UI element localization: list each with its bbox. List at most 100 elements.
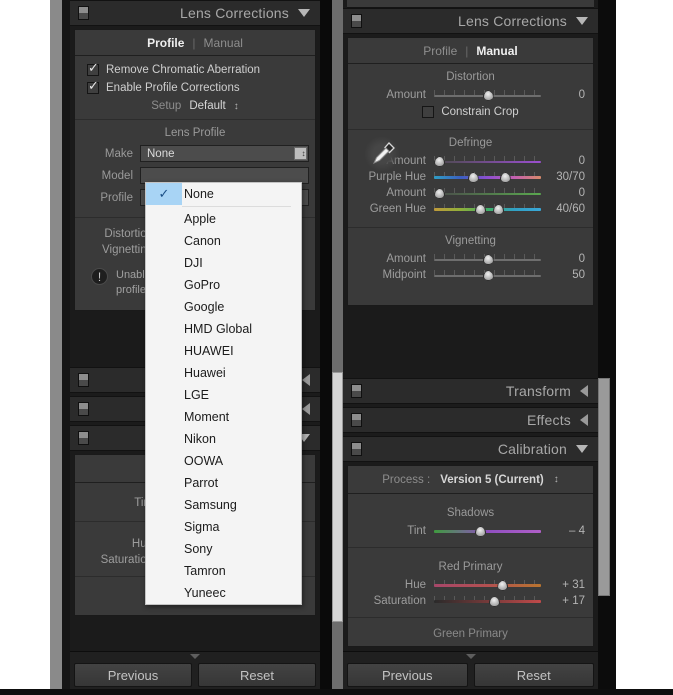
panel-switch-icon[interactable] — [351, 413, 362, 427]
left-remove-chromatic-aberration-row[interactable]: Remove Chromatic Aberration — [75, 61, 315, 79]
right-defringe-green-amount-value[interactable]: 0 — [547, 187, 593, 199]
panel-switch-icon[interactable] — [78, 6, 89, 20]
slider-track[interactable] — [434, 525, 541, 537]
chevron-down-icon[interactable] — [576, 17, 588, 25]
right-shadows-tint-value[interactable]: – 4 — [547, 525, 593, 537]
left-lens-corrections-header[interactable]: Lens Corrections — [70, 0, 320, 26]
right-previous-button[interactable]: Previous — [347, 663, 468, 687]
slider-track[interactable] — [434, 579, 541, 591]
checkbox-icon[interactable] — [422, 106, 435, 118]
chevron-left-icon[interactable] — [580, 414, 588, 426]
right-process-row[interactable]: Process : Version 5 (Current) ↕ — [348, 466, 593, 494]
dropdown-item-oowa[interactable]: OOWA — [146, 450, 301, 472]
right-shadows-tint-row[interactable]: Tint – 4 — [348, 523, 593, 539]
chevron-down-icon[interactable] — [576, 445, 588, 453]
right-green-hue-row[interactable]: Green Hue 40/60 — [348, 201, 593, 217]
dropdown-item-gopro[interactable]: GoPro — [146, 274, 301, 296]
right-effects-header[interactable]: Effects — [343, 407, 598, 433]
middle-scrollbar-thumb[interactable] — [332, 372, 343, 622]
slider-knob[interactable] — [475, 526, 486, 537]
eyedropper-icon[interactable] — [364, 136, 400, 172]
right-red-hue-row[interactable]: Hue + 31 — [348, 577, 593, 593]
panel-switch-icon[interactable] — [351, 384, 362, 398]
updown-stepper-icon[interactable]: ↕ — [234, 101, 239, 112]
slider-track[interactable] — [434, 155, 541, 167]
right-lens-corrections-header[interactable]: Lens Corrections — [343, 8, 598, 34]
dropdown-item-samsung[interactable]: Samsung — [146, 494, 301, 516]
left-previous-button[interactable]: Previous — [74, 663, 192, 687]
dropdown-item-moment[interactable]: Moment — [146, 406, 301, 428]
chevron-down-icon[interactable] — [298, 9, 310, 17]
left-setup-row[interactable]: Setup Default ↕ — [75, 97, 315, 117]
checkbox-icon[interactable] — [87, 61, 99, 76]
right-red-saturation-value[interactable]: + 17 — [547, 595, 593, 607]
dropdown-item-lge[interactable]: LGE — [146, 384, 301, 406]
dropdown-item-huawei[interactable]: Huawei — [146, 362, 301, 384]
chevron-left-icon[interactable] — [302, 374, 310, 386]
chevron-up-icon[interactable] — [190, 654, 200, 659]
slider-track[interactable] — [434, 89, 541, 101]
panel-switch-icon[interactable] — [351, 442, 362, 456]
slider-track[interactable] — [434, 203, 541, 215]
right-reset-button[interactable]: Reset — [473, 663, 594, 687]
left-reset-button[interactable]: Reset — [198, 663, 316, 687]
dropdown-item-sigma[interactable]: Sigma — [146, 516, 301, 538]
dropdown-item-google[interactable]: Google — [146, 296, 301, 318]
right-process-value[interactable]: Version 5 (Current) — [440, 474, 544, 486]
left-make-row[interactable]: Make None ↕ — [75, 143, 315, 165]
slider-track[interactable] — [434, 595, 541, 607]
checkbox-icon[interactable] — [87, 79, 99, 94]
slider-track[interactable] — [434, 269, 541, 281]
dropdown-item-hmd-global[interactable]: HMD Global — [146, 318, 301, 340]
dropdown-item-parrot[interactable]: Parrot — [146, 472, 301, 494]
right-vignetting-midpoint-row[interactable]: Midpoint 50 — [348, 267, 593, 283]
right-constrain-crop-row[interactable]: Constrain Crop — [348, 103, 593, 121]
right-purple-hue-value[interactable]: 30/70 — [547, 171, 593, 183]
panel-switch-icon[interactable] — [78, 431, 89, 445]
right-green-hue-value[interactable]: 40/60 — [547, 203, 593, 215]
dropdown-item-apple[interactable]: Apple — [146, 208, 301, 230]
slider-track[interactable] — [434, 171, 541, 183]
dropdown-item-tamron[interactable]: Tamron — [146, 560, 301, 582]
right-calibration-header[interactable]: Calibration — [343, 436, 598, 462]
left-setup-value[interactable]: Default — [189, 100, 225, 112]
left-make-combo[interactable]: None ↕ — [140, 145, 309, 162]
slider-track[interactable] — [434, 187, 541, 199]
right-tab-manual[interactable]: Manual — [468, 44, 525, 58]
right-tab-profile[interactable]: Profile — [415, 44, 465, 58]
updown-stepper-icon[interactable]: ↕ — [294, 147, 307, 160]
right-red-hue-value[interactable]: + 31 — [547, 579, 593, 591]
slider-line — [434, 161, 541, 163]
panel-switch-icon[interactable] — [78, 402, 89, 416]
chevron-left-icon[interactable] — [302, 403, 310, 415]
right-defringe-purple-amount-value[interactable]: 0 — [547, 155, 593, 167]
right-red-saturation-row[interactable]: Saturation + 17 — [348, 593, 593, 609]
dropdown-item-nikon[interactable]: Nikon — [146, 428, 301, 450]
left-enable-profile-corrections-row[interactable]: Enable Profile Corrections — [75, 79, 315, 97]
chevron-left-icon[interactable] — [580, 385, 588, 397]
updown-stepper-icon[interactable]: ↕ — [554, 474, 559, 485]
right-transform-header[interactable]: Transform — [343, 378, 598, 404]
right-vignetting-amount-row[interactable]: Amount 0 — [348, 251, 593, 267]
dropdown-item-yuneec[interactable]: Yuneec — [146, 582, 301, 604]
dropdown-item-dji[interactable]: DJI — [146, 252, 301, 274]
dropdown-item-huawei[interactable]: HUAWEI — [146, 340, 301, 362]
slider-track[interactable] — [434, 253, 541, 265]
right-vignetting-amount-value[interactable]: 0 — [547, 253, 593, 265]
left-make-value: None — [147, 147, 175, 160]
right-defringe-green-amount-row[interactable]: Amount 0 — [348, 185, 593, 201]
panel-switch-icon[interactable] — [351, 14, 362, 28]
dropdown-item-none[interactable]: ✓ None — [146, 183, 301, 205]
left-outer-scrollbar[interactable] — [50, 0, 62, 695]
left-tab-profile[interactable]: Profile — [139, 36, 192, 50]
right-distortion-amount-value[interactable]: 0 — [547, 89, 593, 101]
dropdown-item-canon[interactable]: Canon — [146, 230, 301, 252]
chevron-up-icon[interactable] — [465, 654, 476, 659]
right-scrollbar-thumb[interactable] — [598, 378, 610, 596]
left-tab-manual[interactable]: Manual — [196, 36, 251, 50]
right-distortion-amount-row[interactable]: Amount 0 — [348, 87, 593, 103]
lens-make-dropdown[interactable]: ✓ None Apple Canon DJI GoPro Google HMD Global H… — [145, 182, 302, 605]
right-vignetting-midpoint-value[interactable]: 50 — [547, 269, 593, 281]
dropdown-item-sony[interactable]: Sony — [146, 538, 301, 560]
panel-switch-icon[interactable] — [78, 373, 89, 387]
